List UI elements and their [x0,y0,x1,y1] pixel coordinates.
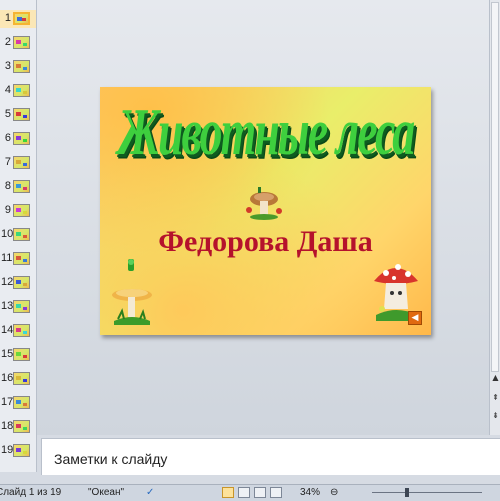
slide-sorter-icon[interactable] [238,487,250,498]
thumbnail-preview[interactable] [13,204,30,217]
thumbnail-preview[interactable] [13,12,30,25]
slide-thumbnail[interactable]: 9 [0,202,36,220]
thumbnail-number: 3 [4,60,11,72]
slide-thumbnail[interactable]: 13 [0,298,36,316]
mushroom-picture-left [112,259,152,325]
thumbnail-number: 4 [4,84,11,96]
zoom-out-icon[interactable]: ⊖ [330,487,338,498]
thumbnail-preview[interactable] [13,252,30,265]
mushroom-picture-top [246,187,282,220]
thumbnail-number: 17 [1,396,14,408]
thumbnail-number: 16 [1,372,14,384]
slide-thumbnail[interactable]: 3 [0,58,36,76]
zoom-slider-knob[interactable] [405,488,409,497]
notes-pane[interactable]: Заметки к слайду [41,438,500,475]
slide-thumbnail[interactable]: 17 [0,394,36,412]
thumbnail-number: 1 [4,12,11,24]
thumbnail-number: 12 [1,276,14,288]
slide-thumbnail-pane: 1 2 3 4 5 6 7 8 9 10 11 12 13 14 15 16 17 18 19 [0,0,37,472]
thumbnail-preview[interactable] [13,324,30,337]
slide-thumbnail[interactable]: 7 [0,154,36,172]
status-bar: Слайд 1 из 19 "Океан" ✓ 34% ⊖ [0,484,500,501]
scroll-up-arrow-icon[interactable]: ▲ [490,372,500,384]
zoom-level[interactable]: 34% [300,487,320,498]
slide-thumbnail[interactable]: 16 [0,370,36,388]
slideshow-icon[interactable] [270,487,282,498]
thumbnail-preview[interactable] [13,300,30,313]
thumbnail-preview[interactable] [13,84,30,97]
thumbnail-number: 8 [4,180,11,192]
next-slide-icon[interactable]: ⇟ [490,410,500,422]
thumbnail-number: 14 [1,324,14,336]
thumbnail-preview[interactable] [13,180,30,193]
thumbnail-preview[interactable] [13,228,30,241]
slide-thumbnail[interactable]: 15 [0,346,36,364]
thumbnail-number: 10 [1,228,14,240]
thumbnail-preview[interactable] [13,396,30,409]
slide-thumbnail[interactable]: 6 [0,130,36,148]
spell-check-icon[interactable]: ✓ [146,487,154,498]
thumbnail-number: 15 [1,348,14,360]
slide-canvas[interactable]: Животные леса Федорова Даша ◀ [100,87,431,335]
slide-thumbnail[interactable]: 2 [0,34,36,52]
scrollbar-thumb[interactable] [491,2,499,372]
thumbnail-preview[interactable] [13,36,30,49]
thumbnail-number: 7 [4,156,11,168]
thumbnail-preview[interactable] [13,276,30,289]
thumbnail-preview[interactable] [13,60,30,73]
thumbnail-number: 13 [1,300,14,312]
slide-thumbnail[interactable]: 12 [0,274,36,292]
slide-counter: Слайд 1 из 19 [0,487,62,498]
reading-view-icon[interactable] [254,487,266,498]
thumbnail-preview[interactable] [13,372,30,385]
thumbnail-preview[interactable] [13,132,30,145]
slide-thumbnail[interactable]: 11 [0,250,36,268]
previous-slide-icon[interactable]: ⇞ [490,392,500,404]
slide-thumbnail[interactable]: 18 [0,418,36,436]
thumbnail-preview[interactable] [13,420,30,433]
vertical-scrollbar[interactable]: ▲ ⇞ ⇟ [489,0,500,435]
thumbnail-number: 2 [4,36,11,48]
notes-placeholder: Заметки к слайду [54,451,168,467]
thumbnail-preview[interactable] [13,348,30,361]
thumbnail-number: 11 [1,252,13,264]
thumbnail-preview[interactable] [13,156,30,169]
speaker-icon[interactable]: ◀ [408,311,422,325]
thumbnail-number: 19 [1,444,14,456]
normal-view-icon[interactable] [222,487,234,498]
zoom-slider[interactable] [372,492,482,493]
thumbnail-preview[interactable] [13,444,30,457]
slide-thumbnail[interactable]: 8 [0,178,36,196]
slide-thumbnail[interactable]: 5 [0,106,36,124]
thumbnail-number: 9 [4,204,11,216]
slide-title[interactable]: Животные леса [100,93,431,170]
thumbnail-preview[interactable] [13,108,30,121]
slide-thumbnail[interactable]: 10 [0,226,36,244]
slide-subtitle[interactable]: Федорова Даша [100,225,431,259]
slide-thumbnail[interactable]: 14 [0,322,36,340]
slide-thumbnail[interactable]: 19 [0,442,36,460]
thumbnail-number: 18 [1,420,14,432]
theme-name[interactable]: "Океан" [88,487,124,498]
thumbnail-number: 5 [4,108,11,120]
slide-editing-area: Животные леса Федорова Даша ◀ [37,0,489,435]
thumbnail-number: 6 [4,132,11,144]
slide-thumbnail[interactable]: 1 [0,10,36,28]
slide-thumbnail[interactable]: 4 [0,82,36,100]
